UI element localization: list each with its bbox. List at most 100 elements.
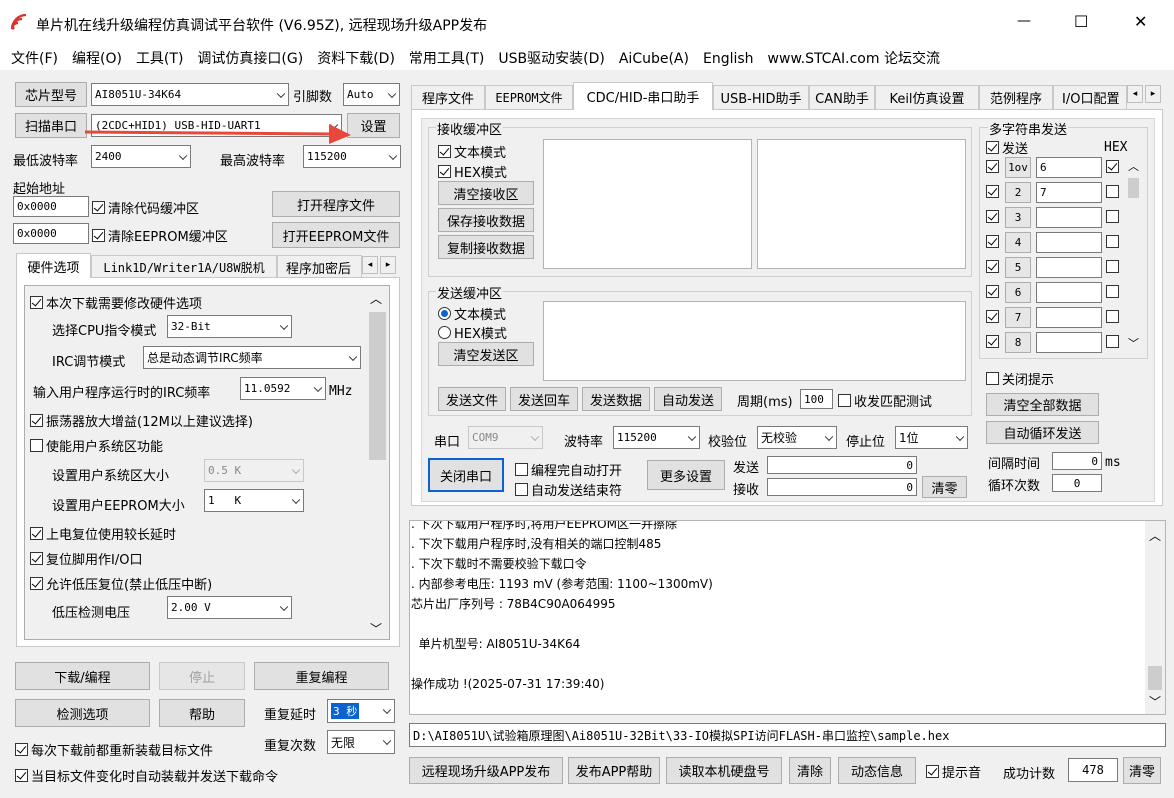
log-scroll-down-icon[interactable]: ﹀	[1149, 693, 1161, 710]
tab-encryption[interactable]: 程序加密后	[277, 255, 362, 278]
power-on-delay-checkbox[interactable]: 上电复位使用较长延时	[30, 524, 176, 543]
period-input[interactable]: 100	[800, 389, 833, 409]
log-scroll-thumb[interactable]	[1148, 666, 1162, 690]
right-tab-scroll-left-icon[interactable]: ◂	[1127, 85, 1143, 103]
min-baud-select[interactable]: 2400	[91, 145, 191, 168]
lvd-select[interactable]: 2.00 V	[167, 596, 292, 619]
rx-text-mode-checkbox[interactable]: 文本模式	[438, 142, 506, 161]
parity-select[interactable]: 无校验	[757, 426, 837, 449]
tab-eeprom-file[interactable]: EEPROM文件	[485, 85, 573, 109]
send-file-button[interactable]: 发送文件	[438, 387, 506, 411]
dynamic-info-button[interactable]: 动态信息	[838, 757, 916, 784]
read-disk-id-button[interactable]: 读取本机硬盘号	[666, 757, 782, 784]
clear-log-button[interactable]: 清除	[789, 757, 831, 784]
file-path-field[interactable]: D:\AI8051U\试验箱原理图\Ai8051U-32Bit\33-IO模拟S…	[409, 723, 1166, 747]
log-scroll-up-icon[interactable]: ︿	[1149, 527, 1161, 544]
irc-mode-select[interactable]: 总是动态调节IRC频率	[143, 346, 361, 369]
multi-row-hex-checkbox[interactable]	[1106, 160, 1122, 173]
multi-row-send-button[interactable]: 2	[1005, 182, 1031, 203]
multi-row-send-checkbox[interactable]	[986, 235, 1002, 248]
multi-row-hex-checkbox[interactable]	[1106, 310, 1122, 323]
stop-bits-select[interactable]: 1位	[895, 426, 968, 449]
menu-tools[interactable]: 工具(T)	[136, 51, 183, 67]
menu-downloads[interactable]: 资料下载(D)	[317, 51, 395, 67]
tab-hardware-options[interactable]: 硬件选项	[16, 253, 91, 278]
multi-row-input[interactable]: 6	[1036, 157, 1102, 178]
interval-input[interactable]: 0	[1052, 452, 1102, 470]
repeat-program-button[interactable]: 重复编程	[254, 662, 389, 690]
menu-aicube[interactable]: AiCube(A)	[619, 51, 689, 67]
loop-count-input[interactable]: 0	[1052, 474, 1102, 492]
save-receive-button[interactable]: 保存接收数据	[438, 208, 534, 232]
menu-file[interactable]: 文件(F)	[11, 51, 58, 67]
menu-common-tools[interactable]: 常用工具(T)	[409, 51, 484, 67]
multi-row-send-button[interactable]: 4	[1005, 232, 1031, 253]
minimize-icon[interactable]: —	[1017, 13, 1031, 29]
multi-row-send-checkbox[interactable]	[986, 210, 1002, 223]
tab-usb-hid[interactable]: USB-HID助手	[713, 85, 809, 109]
multi-scroll-down-icon[interactable]: ﹀	[1128, 335, 1139, 351]
multi-row-send-button[interactable]: 1ov	[1005, 157, 1031, 178]
reset-pin-io-checkbox[interactable]: 复位脚用作I/O口	[30, 549, 142, 568]
help-button[interactable]: 帮助	[159, 699, 245, 727]
multi-scroll-thumb[interactable]	[1128, 178, 1139, 198]
com-port-select[interactable]: COM9	[468, 426, 543, 449]
eeprom-address-input[interactable]: 0x0000	[13, 223, 89, 244]
tab-program-file[interactable]: 程序文件	[411, 85, 485, 109]
system-area-size-select[interactable]: 0.5 K	[204, 459, 304, 482]
open-program-file-button[interactable]: 打开程序文件	[272, 191, 400, 217]
clear-all-data-button[interactable]: 清空全部数据	[986, 393, 1099, 416]
beep-checkbox[interactable]: 提示音	[926, 762, 981, 781]
stop-button[interactable]: 停止	[159, 662, 245, 690]
clear-send-button[interactable]: 清空发送区	[438, 342, 534, 366]
multi-row-send-checkbox[interactable]	[986, 185, 1002, 198]
multi-row-send-checkbox[interactable]	[986, 310, 1002, 323]
multi-row-input[interactable]	[1036, 257, 1102, 278]
multi-row-input[interactable]	[1036, 282, 1102, 303]
tab-can[interactable]: CAN助手	[809, 85, 875, 109]
repeat-delay-select[interactable]: 3 秒	[327, 699, 395, 723]
multi-row-send-checkbox[interactable]	[986, 285, 1002, 298]
tab-serial-assistant[interactable]: CDC/HID-串口助手	[573, 82, 713, 110]
send-data-button[interactable]: 发送数据	[582, 387, 650, 411]
multi-row-send-checkbox[interactable]	[986, 160, 1002, 173]
remote-upgrade-button[interactable]: 远程现场升级APP发布	[409, 757, 563, 784]
auto-reload-checkbox[interactable]: 当目标文件变化时自动装载并发送下载命令	[15, 766, 278, 785]
menu-english[interactable]: English	[703, 51, 754, 67]
send-text-area[interactable]	[543, 301, 966, 381]
right-tab-scroll-right-icon[interactable]: ▸	[1145, 85, 1161, 103]
menu-website[interactable]: www.STCAI.com 论坛交流	[768, 51, 940, 67]
scroll-up-icon[interactable]: ︿	[370, 290, 382, 307]
repeat-count-select[interactable]: 无限	[327, 730, 395, 754]
tab-scroll-right-icon[interactable]: ▸	[380, 256, 396, 274]
multi-row-hex-checkbox[interactable]	[1106, 210, 1122, 223]
multi-row-hex-checkbox[interactable]	[1106, 285, 1122, 298]
tx-hex-mode-radio[interactable]: HEX模式	[438, 323, 507, 342]
multi-row-send-button[interactable]: 7	[1005, 307, 1031, 328]
clear-receive-button[interactable]: 清空接收区	[438, 181, 534, 205]
receive-hex-area[interactable]	[757, 139, 966, 269]
auto-send-end-checkbox[interactable]: 自动发送结束符	[515, 480, 622, 499]
eeprom-size-select[interactable]: 1 K	[204, 489, 304, 512]
multi-row-hex-checkbox[interactable]	[1106, 185, 1122, 198]
download-program-button[interactable]: 下载/编程	[15, 662, 150, 690]
close-icon[interactable]: ✕	[1134, 12, 1147, 31]
reload-each-download-checkbox[interactable]: 每次下载前都重新装载目标文件	[15, 740, 213, 759]
multi-row-input[interactable]	[1036, 207, 1102, 228]
auto-loop-send-button[interactable]: 自动循环发送	[986, 421, 1099, 444]
clear-success-count-button[interactable]: 清零	[1123, 757, 1161, 784]
multi-row-send-button[interactable]: 3	[1005, 207, 1031, 228]
auto-open-checkbox[interactable]: 编程完自动打开	[515, 460, 622, 479]
modify-hw-options-checkbox[interactable]: 本次下载需要修改硬件选项	[30, 293, 202, 312]
low-voltage-reset-checkbox[interactable]: 允许低压复位(禁止低压中断)	[30, 574, 212, 593]
match-test-checkbox[interactable]: 收发匹配测试	[838, 391, 932, 410]
close-tip-checkbox[interactable]: 关闭提示	[986, 369, 1054, 388]
tab-keil-settings[interactable]: Keil仿真设置	[875, 85, 979, 109]
code-address-input[interactable]: 0x0000	[13, 196, 89, 217]
maximize-icon[interactable]: ☐	[1074, 12, 1088, 31]
tab-examples[interactable]: 范例程序	[979, 85, 1053, 109]
user-system-area-checkbox[interactable]: 使能用户系统区功能	[30, 436, 163, 455]
menu-program[interactable]: 编程(O)	[72, 51, 122, 67]
tab-link1d[interactable]: Link1D/Writer1A/U8W脱机	[91, 255, 277, 278]
log-output[interactable]: . 下次下载用户程序时,将用户EEPROM区一并擦除 . 下次下载用户程序时,没有…	[409, 520, 1166, 715]
